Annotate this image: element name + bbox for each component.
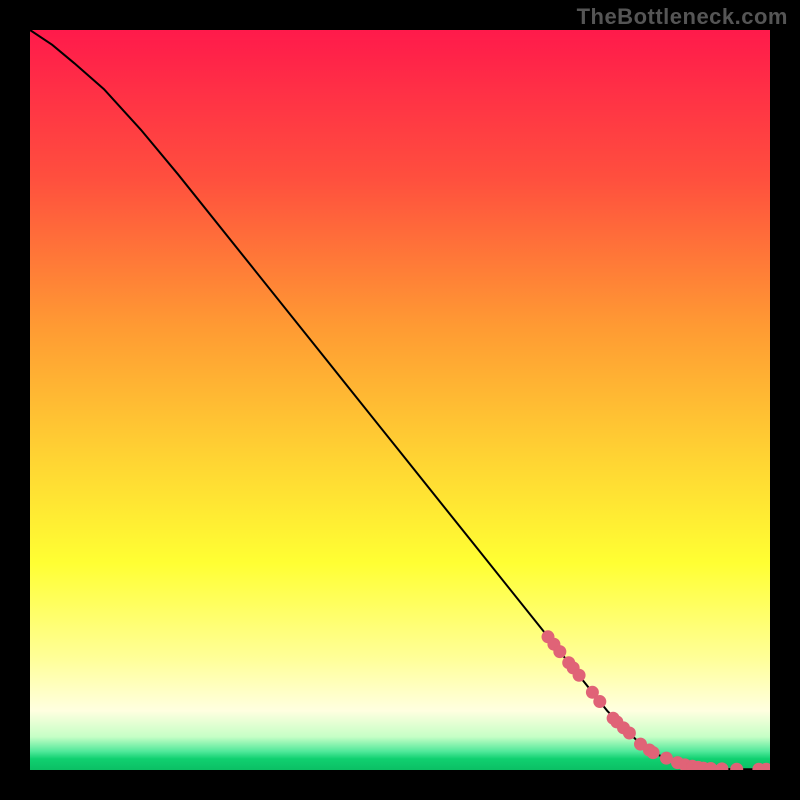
data-point [716,763,728,770]
data-point [554,646,566,658]
data-point [594,696,606,708]
data-point [705,763,717,770]
data-point [647,747,659,759]
chart-container: TheBottleneck.com [0,0,800,800]
watermark-label: TheBottleneck.com [577,4,788,30]
data-point [623,727,635,739]
data-point [660,752,672,764]
gradient-background [30,30,770,770]
plot-area [30,30,770,770]
plot-svg [30,30,770,770]
data-point [573,669,585,681]
